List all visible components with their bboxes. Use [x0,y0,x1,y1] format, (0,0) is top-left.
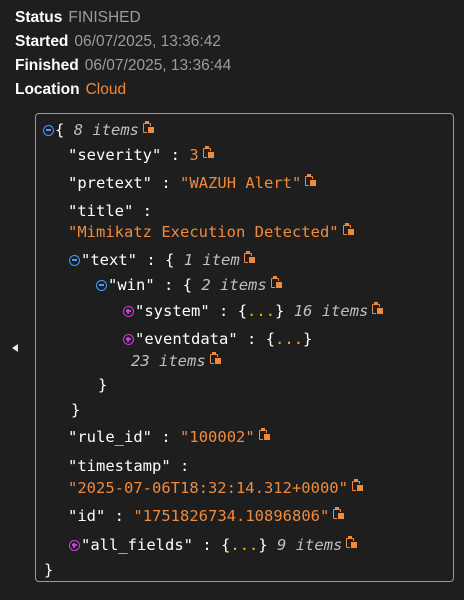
text-key: "text" [81,251,137,269]
system-collapsed[interactable]: ... [247,302,275,320]
copy-icon[interactable] [209,352,222,365]
pretext-value[interactable]: "WAZUH Alert" [180,174,301,192]
close-brace: } [303,330,313,348]
open-brace: { [221,536,231,554]
text-item-count: 1 item [183,251,240,269]
collapse-icon[interactable] [69,255,80,266]
finished-label: Finished [15,57,79,74]
eventdata-collapsed[interactable]: ... [275,330,303,348]
json-line-win-close: } [98,373,107,397]
started-value: 06/07/2025, 13:36:42 [74,33,221,50]
colon: : [202,536,212,554]
json-line-eventdata: "eventdata" : {...} [123,327,312,351]
system-key: "system" [135,302,210,320]
copy-icon[interactable] [270,276,283,289]
json-line-text: "text" : { 1 item [69,248,256,272]
json-line-severity: "severity" : 3 [68,143,215,167]
root-item-count: 8 items [73,121,140,139]
all-fields-collapsed[interactable]: ... [230,536,258,554]
open-brace: { [165,251,175,269]
copy-icon[interactable] [305,174,318,187]
colon: : [161,174,171,192]
copy-icon[interactable] [346,536,359,549]
all-fields-key: "all_fields" [81,536,193,554]
open-brace: { [237,302,248,320]
json-line-id: "id" : "1751826734.10896806" [68,504,346,528]
json-line-text-close: } [71,398,80,422]
status-row: Status FINISHED [15,7,141,29]
open-brace: { [182,276,193,294]
copy-icon[interactable] [143,121,156,134]
caret-left-icon[interactable] [12,344,18,352]
close-brace: } [98,376,108,394]
status-value: FINISHED [68,9,141,26]
rule-id-key: "rule_id" [68,428,152,446]
json-line-all-fields: "all_fields" : {...} 9 items [69,533,359,557]
expand-icon[interactable] [69,540,80,551]
root-open-brace: { [55,121,65,139]
colon: : [161,428,171,446]
copy-icon[interactable] [333,507,346,520]
close-brace: } [258,536,268,554]
id-key: "id" [68,507,106,525]
close-brace: } [275,302,285,320]
colon: : [142,202,153,220]
json-line-win: "win" : { 2 items [96,273,283,297]
colon: : [170,146,181,164]
json-line-pretext: "pretext" : "WAZUH Alert" [68,171,318,195]
copy-icon[interactable] [202,146,215,159]
id-value[interactable]: "1751826734.10896806" [133,507,329,525]
open-brace: { [265,330,276,348]
status-label: Status [15,9,63,26]
collapse-icon[interactable] [96,280,107,291]
copy-icon[interactable] [351,479,364,492]
severity-value[interactable]: 3 [189,146,198,164]
colon: : [146,251,156,269]
copy-icon[interactable] [342,223,355,236]
win-item-count: 2 items [201,276,267,294]
system-item-count: 16 items [293,302,369,320]
started-row: Started 06/07/2025, 13:36:42 [15,31,221,53]
json-line-root-close: } [44,558,53,582]
finished-row: Finished 06/07/2025, 13:36:44 [15,55,231,77]
expand-icon[interactable] [123,334,134,345]
started-label: Started [15,33,69,50]
colon: : [164,276,174,294]
colon: : [114,507,125,525]
colon: : [219,302,229,320]
colon: : [180,457,190,475]
copy-icon[interactable] [243,251,256,264]
severity-key: "severity" [68,146,162,164]
expand-icon[interactable] [123,306,134,317]
location-value: Cloud [85,81,127,98]
json-line-title-value: "Mimikatz Execution Detected" [68,220,355,244]
all-fields-item-count: 9 items [277,536,343,554]
eventdata-key: "eventdata" [135,330,238,348]
json-line-timestamp-value: "2025-07-06T18:32:14.312+0000" [68,476,364,500]
json-line-eventdata-count: 23 items [131,349,222,373]
eventdata-item-count: 23 items [131,352,206,370]
copy-icon[interactable] [258,428,271,441]
rule-id-value[interactable]: "100002" [180,428,255,446]
finished-value: 06/07/2025, 13:36:44 [84,57,232,74]
win-key: "win" [108,276,155,294]
collapse-icon[interactable] [43,125,54,136]
timestamp-key: "timestamp" [68,457,171,475]
close-brace: } [44,561,54,579]
timestamp-value[interactable]: "2025-07-06T18:32:14.312+0000" [68,479,348,497]
location-label: Location [15,81,80,98]
copy-icon[interactable] [372,302,385,315]
pretext-key: "pretext" [68,174,152,192]
title-value[interactable]: "Mimikatz Execution Detected" [68,223,339,241]
colon: : [247,330,257,348]
location-row: Location Cloud [15,79,126,101]
json-viewer: { 8 items "severity" : 3 "pretext" : "WA… [35,113,454,582]
close-brace: } [71,401,81,419]
json-line-system: "system" : {...} 16 items [123,299,385,323]
json-line-rule-id: "rule_id" : "100002" [68,425,271,449]
json-root-line: { 8 items [43,118,156,142]
title-key: "title" [68,202,134,220]
json-line-timestamp-key: "timestamp" : [68,454,189,478]
